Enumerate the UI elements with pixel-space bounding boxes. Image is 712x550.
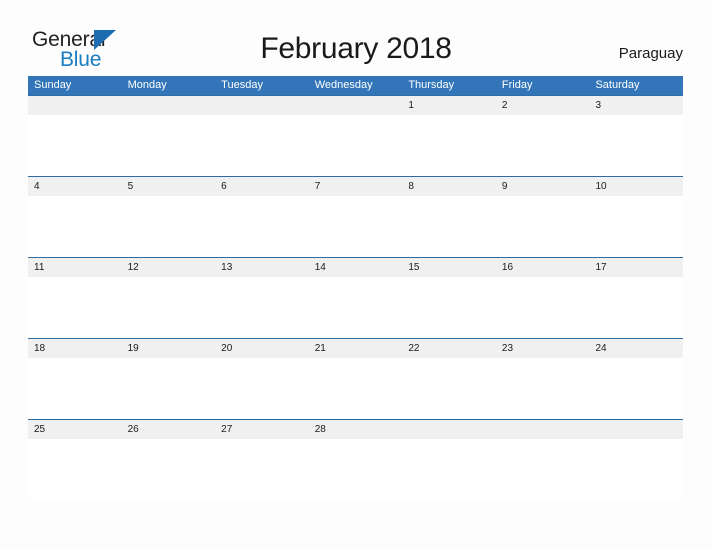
day-cell[interactable]: 19 <box>122 339 216 358</box>
date-band: 25 26 27 28 <box>28 420 683 439</box>
day-cell[interactable]: 16 <box>496 258 590 277</box>
day-cell[interactable]: 28 <box>309 420 403 439</box>
week-notes-area[interactable] <box>28 439 683 499</box>
day-cell[interactable]: 3 <box>589 96 683 115</box>
day-cell[interactable] <box>28 96 122 115</box>
week-notes-area[interactable] <box>28 115 683 175</box>
day-cell[interactable]: 24 <box>589 339 683 358</box>
day-cell[interactable]: 10 <box>589 177 683 196</box>
day-cell[interactable]: 4 <box>28 177 122 196</box>
page-title: February 2018 <box>260 32 452 65</box>
day-cell[interactable]: 12 <box>122 258 216 277</box>
day-cell[interactable]: 18 <box>28 339 122 358</box>
day-cell[interactable]: 1 <box>402 96 496 115</box>
day-cell[interactable]: 23 <box>496 339 590 358</box>
day-cell[interactable]: 25 <box>28 420 122 439</box>
day-cell[interactable]: 2 <box>496 96 590 115</box>
day-cell[interactable]: 6 <box>215 177 309 196</box>
day-cell[interactable]: 17 <box>589 258 683 277</box>
day-cell[interactable]: 5 <box>122 177 216 196</box>
weekday-header-thursday: Thursday <box>408 79 455 91</box>
day-cell[interactable]: 26 <box>122 420 216 439</box>
day-cell[interactable] <box>496 420 590 439</box>
weekday-header-friday: Friday <box>501 79 533 91</box>
date-band: 11 12 13 14 15 16 17 <box>28 258 683 277</box>
calendar-grid: Sunday Monday Tuesday Wednesday Thursday… <box>28 76 683 500</box>
day-cell[interactable]: 13 <box>215 258 309 277</box>
day-cell[interactable] <box>402 420 496 439</box>
date-band: 1 2 3 <box>28 96 683 115</box>
page-header: General Blue February 2018 Paraguay <box>0 0 712 76</box>
region-label: Paraguay <box>618 45 683 62</box>
day-cell[interactable] <box>309 96 403 115</box>
date-band: 18 19 20 21 22 23 24 <box>28 339 683 358</box>
day-cell[interactable]: 15 <box>402 258 496 277</box>
weekday-header-sunday: Sunday <box>34 79 72 91</box>
week-notes-area[interactable] <box>28 196 683 256</box>
day-cell[interactable]: 14 <box>309 258 403 277</box>
weekday-header-wednesday: Wednesday <box>314 79 373 91</box>
day-cell[interactable]: 8 <box>402 177 496 196</box>
weekday-header-saturday: Saturday <box>595 79 640 91</box>
day-cell[interactable]: 7 <box>309 177 403 196</box>
week-notes-area[interactable] <box>28 358 683 418</box>
weekday-header-monday: Monday <box>127 79 167 91</box>
day-cell[interactable] <box>589 420 683 439</box>
week-row: 11 12 13 14 15 16 17 <box>28 257 683 338</box>
day-cell[interactable]: 27 <box>215 420 309 439</box>
day-cell[interactable]: 20 <box>215 339 309 358</box>
day-cell[interactable] <box>122 96 216 115</box>
day-cell[interactable]: 21 <box>309 339 403 358</box>
day-cell[interactable]: 22 <box>402 339 496 358</box>
weekday-header-row: Sunday Monday Tuesday Wednesday Thursday… <box>28 76 683 95</box>
calendar-page: General Blue February 2018 Paraguay Sund… <box>0 0 712 550</box>
week-row: 25 26 27 28 <box>28 419 683 500</box>
week-row: 4 5 6 7 8 9 10 <box>28 176 683 257</box>
day-cell[interactable]: 11 <box>28 258 122 277</box>
day-cell[interactable] <box>215 96 309 115</box>
weekday-header-tuesday: Tuesday <box>221 79 263 91</box>
week-row: 18 19 20 21 22 23 24 <box>28 338 683 419</box>
week-notes-area[interactable] <box>28 277 683 337</box>
week-row: 1 2 3 <box>28 95 683 176</box>
date-band: 4 5 6 7 8 9 10 <box>28 177 683 196</box>
day-cell[interactable]: 9 <box>496 177 590 196</box>
